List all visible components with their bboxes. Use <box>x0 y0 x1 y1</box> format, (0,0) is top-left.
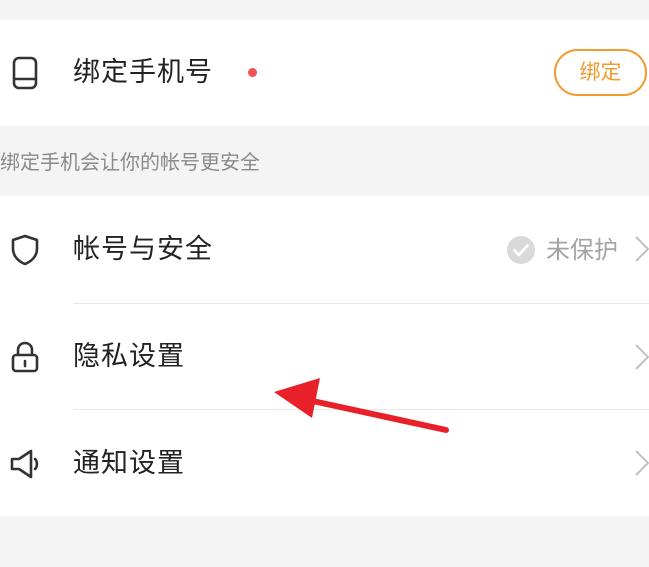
phone-icon <box>8 56 42 90</box>
annotation-arrow <box>268 378 458 440</box>
account-status-text: 未保护 <box>546 236 618 264</box>
settings-item-label: 帐号与安全 <box>73 234 213 265</box>
bind-phone-label: 绑定手机号 <box>73 57 213 88</box>
shield-icon <box>8 233 42 267</box>
lock-icon <box>8 340 42 374</box>
megaphone-icon <box>8 447 42 481</box>
chevron-right-icon <box>633 234 649 264</box>
settings-item-label: 通知设置 <box>73 448 185 479</box>
chevron-right-icon <box>633 342 649 372</box>
red-dot-badge <box>248 68 257 77</box>
check-circle-icon <box>506 235 536 265</box>
bind-phone-hint: 绑定手机会让你的帐号更安全 <box>0 150 260 174</box>
chevron-right-icon <box>633 448 649 478</box>
bind-phone-row[interactable]: 绑定手机号 <box>0 20 649 126</box>
bind-button[interactable]: 绑定 <box>554 49 647 96</box>
settings-item-label: 隐私设置 <box>73 341 185 372</box>
